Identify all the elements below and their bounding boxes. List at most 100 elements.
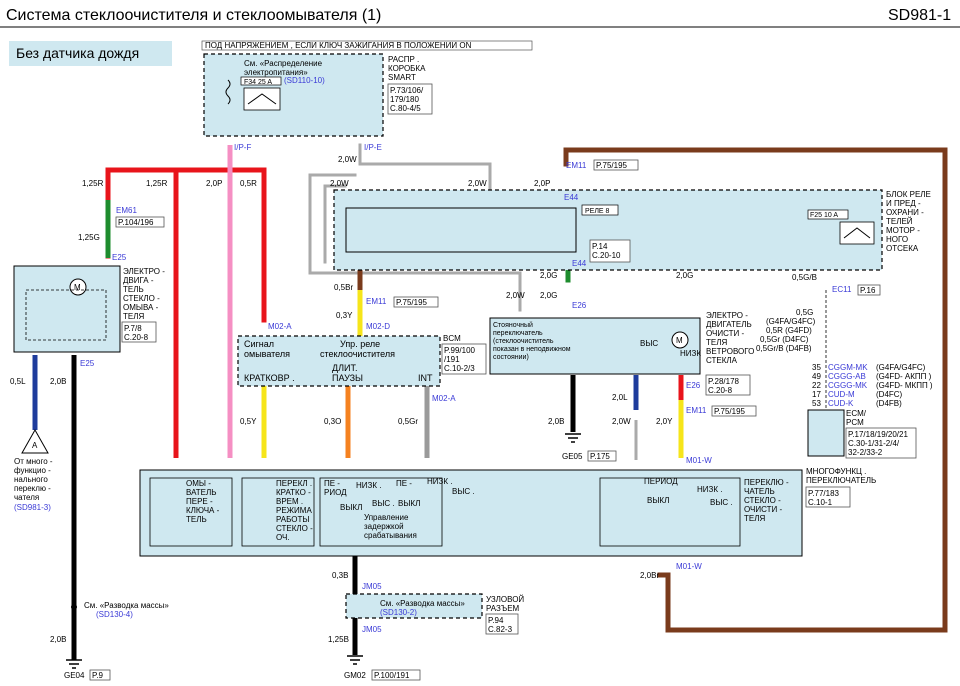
svg-text:49: 49 bbox=[812, 372, 821, 381]
svg-text:0,5G: 0,5G bbox=[796, 308, 813, 317]
svg-text:C.20-10: C.20-10 bbox=[592, 251, 621, 260]
svg-text:ОТСЕКА: ОТСЕКА bbox=[886, 244, 919, 253]
svg-text:M: M bbox=[74, 283, 81, 292]
svg-text:См. «Разводка массы»: См. «Разводка массы» bbox=[380, 599, 465, 608]
svg-text:0,5Gr/B (D4FB): 0,5Gr/B (D4FB) bbox=[756, 344, 812, 353]
svg-text:2,0L: 2,0L bbox=[612, 393, 628, 402]
svg-text:M01-W: M01-W bbox=[676, 562, 702, 571]
svg-text:нального: нального bbox=[14, 475, 48, 484]
ground-link[interactable]: (SD130-4) bbox=[96, 610, 133, 619]
svg-text:M02-A: M02-A bbox=[268, 322, 292, 331]
svg-text:32-2/33-2: 32-2/33-2 bbox=[848, 448, 883, 457]
svg-text:P.14: P.14 bbox=[592, 242, 608, 251]
svg-text:CUD-M: CUD-M bbox=[828, 390, 855, 399]
svg-text:P.17/18/19/20/21: P.17/18/19/20/21 bbox=[848, 430, 908, 439]
svg-text:2,0W: 2,0W bbox=[612, 417, 631, 426]
svg-text:НОГО: НОГО bbox=[886, 235, 908, 244]
svg-text:P.28/178: P.28/178 bbox=[708, 377, 740, 386]
multifunction-switch bbox=[139, 469, 803, 557]
svg-text:См. «Разводка массы»: См. «Разводка массы» bbox=[84, 601, 169, 610]
svg-text:переключатель: переключатель bbox=[493, 330, 543, 337]
svg-text:ВЫС .: ВЫС . bbox=[452, 487, 475, 496]
svg-text:ОХРАНИ -: ОХРАНИ - bbox=[886, 208, 924, 217]
svg-text:/191: /191 bbox=[444, 355, 460, 364]
svg-text:E44: E44 bbox=[572, 259, 587, 268]
svg-text:P.73/106/: P.73/106/ bbox=[390, 86, 424, 95]
svg-text:МНОГОФУНКЦ .: МНОГОФУНКЦ . bbox=[806, 467, 866, 476]
svg-text:BCM: BCM bbox=[443, 334, 461, 343]
svg-text:M02-D: M02-D bbox=[366, 322, 390, 331]
svg-text:(G4FD- АКПП ): (G4FD- АКПП ) bbox=[876, 372, 932, 381]
svg-text:P.175: P.175 bbox=[590, 452, 610, 461]
svg-text:ВЫС .: ВЫС . bbox=[710, 498, 733, 507]
svg-text:срабатывания: срабатывания bbox=[364, 531, 417, 540]
svg-text:53: 53 bbox=[812, 399, 821, 408]
svg-text:0,3Y: 0,3Y bbox=[336, 311, 353, 320]
svg-text:2,0Br: 2,0Br bbox=[640, 571, 659, 580]
svg-text:0,5G/B: 0,5G/B bbox=[792, 273, 817, 282]
power-note: ПОД НАПРЯЖЕНИЕМ , ЕСЛИ КЛЮЧ ЗАЖИГАНИЯ В … bbox=[205, 41, 472, 50]
svg-text:P.7/8: P.7/8 bbox=[124, 324, 142, 333]
svg-text:2,0G: 2,0G bbox=[540, 291, 557, 300]
svg-text:ВЕТРОВОГО: ВЕТРОВОГО bbox=[706, 347, 754, 356]
svg-text:чателя: чателя bbox=[14, 493, 39, 502]
multifunction-link[interactable]: (SD981-3) bbox=[14, 503, 51, 512]
svg-text:ОЧИСТИ -: ОЧИСТИ - bbox=[706, 329, 745, 338]
svg-text:EM11: EM11 bbox=[566, 161, 587, 170]
svg-text:(SD130-2): (SD130-2) bbox=[380, 608, 417, 617]
svg-text:Упр. реле: Упр. реле bbox=[340, 339, 380, 349]
svg-text:35: 35 bbox=[812, 363, 821, 372]
svg-text:17: 17 bbox=[812, 390, 821, 399]
svg-text:ВЫКЛ: ВЫКЛ bbox=[647, 496, 669, 505]
svg-text:РЕЛЕ 8: РЕЛЕ 8 bbox=[585, 208, 610, 215]
svg-text:M01-W: M01-W bbox=[686, 456, 712, 465]
svg-text:2,0P: 2,0P bbox=[534, 179, 550, 188]
svg-text:C.10-1: C.10-1 bbox=[808, 498, 833, 507]
svg-text:ПЕРЕКЛЮ -: ПЕРЕКЛЮ - bbox=[744, 478, 789, 487]
svg-text:ОМЫВА -: ОМЫВА - bbox=[123, 303, 159, 312]
svg-text:(G4FD- МКПП ): (G4FD- МКПП ) bbox=[876, 381, 933, 390]
svg-text:(D4FB): (D4FB) bbox=[876, 399, 902, 408]
wiring-diagram: Система стеклоочистителя и стеклоомывате… bbox=[0, 7, 960, 681]
svg-text:задержкой: задержкой bbox=[364, 522, 404, 531]
svg-text:1,25R: 1,25R bbox=[146, 179, 168, 188]
svg-text:СТЕКЛО -: СТЕКЛО - bbox=[123, 294, 160, 303]
svg-text:0,5R: 0,5R bbox=[240, 179, 257, 188]
diagram-code: SD981-1 bbox=[888, 7, 951, 24]
svg-text:ТЕЛЬ: ТЕЛЬ bbox=[186, 515, 207, 524]
svg-text:EC11: EC11 bbox=[832, 285, 852, 294]
svg-text:РАСПР .: РАСПР . bbox=[388, 55, 419, 64]
svg-text:2,0Y: 2,0Y bbox=[656, 417, 673, 426]
svg-text:МОТОР -: МОТОР - bbox=[886, 226, 920, 235]
svg-text:ЭЛЕКТРО -: ЭЛЕКТРО - bbox=[706, 311, 748, 320]
svg-text:1,25G: 1,25G bbox=[78, 233, 100, 242]
svg-text:M: M bbox=[676, 336, 683, 345]
svg-text:P.99/100: P.99/100 bbox=[444, 346, 476, 355]
svg-text:РИОД: РИОД bbox=[324, 488, 347, 497]
svg-text:0,3B: 0,3B bbox=[332, 571, 348, 580]
svg-text:P.104/196: P.104/196 bbox=[118, 218, 154, 227]
svg-text:НИЗК .: НИЗК . bbox=[356, 481, 381, 490]
svg-text:P.9: P.9 bbox=[92, 671, 104, 680]
svg-text:SMART: SMART bbox=[388, 73, 416, 82]
svg-text:F25 10 A: F25 10 A bbox=[810, 212, 838, 219]
svg-text:ПЕРИОД: ПЕРИОД bbox=[644, 477, 678, 486]
svg-text:ТЕЛЯ: ТЕЛЯ bbox=[706, 338, 727, 347]
svg-text:JM05: JM05 bbox=[362, 582, 382, 591]
svg-text:2,0W: 2,0W bbox=[338, 155, 357, 164]
svg-text:ПАУЗЫ: ПАУЗЫ bbox=[332, 373, 363, 383]
fuse-f34: F34 25 A bbox=[244, 79, 272, 86]
svg-text:EM11: EM11 bbox=[686, 406, 707, 415]
svg-text:2,0B: 2,0B bbox=[50, 377, 66, 386]
svg-text:GM02: GM02 bbox=[344, 671, 366, 680]
svg-text:состоянии): состоянии) bbox=[493, 354, 529, 361]
svg-text:JM05: JM05 bbox=[362, 625, 382, 634]
svg-text:(G4FA/G4FC): (G4FA/G4FC) bbox=[876, 363, 926, 372]
svg-text:2,0G: 2,0G bbox=[540, 271, 557, 280]
svg-text:(стеклоочиститель: (стеклоочиститель bbox=[493, 338, 554, 345]
svg-text:0,5Gr (D4FC): 0,5Gr (D4FC) bbox=[760, 335, 809, 344]
svg-text:ТЕЛЬ: ТЕЛЬ bbox=[123, 285, 144, 294]
svg-text:ECM/: ECM/ bbox=[846, 409, 867, 418]
svg-text:CGGG-MK: CGGG-MK bbox=[828, 381, 868, 390]
svg-text:БЛОК РЕЛЕ: БЛОК РЕЛЕ bbox=[886, 190, 931, 199]
